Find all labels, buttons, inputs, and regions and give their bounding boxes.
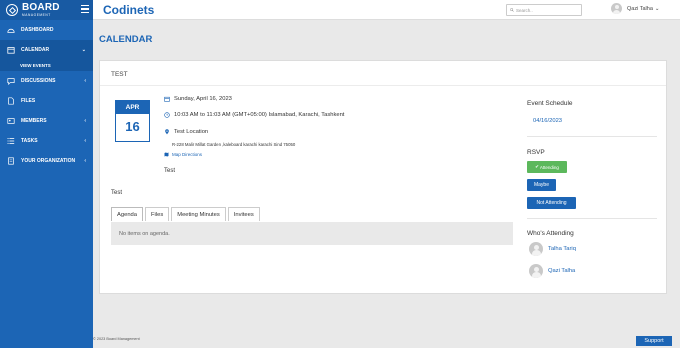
attendee-item[interactable]: Qazi Talha — [529, 264, 575, 278]
sidebar-item-calendar[interactable]: CALENDAR ⌄ — [0, 40, 93, 60]
section-label: Test — [111, 190, 123, 196]
list-icon — [7, 137, 17, 145]
event-date-row: Sunday, April 16, 2023 — [164, 96, 232, 102]
page-title: CALENDAR — [99, 34, 153, 45]
attending-label: Attending — [539, 164, 559, 170]
calendar-icon — [7, 46, 17, 54]
map-directions-label: Map Directions — [172, 152, 203, 157]
attending-button[interactable]: ✔ Attending — [527, 161, 567, 173]
search-icon — [510, 8, 514, 12]
sidebar: BOARD MANAGEMENT DASHBOARD CALENDAR ⌄ VI… — [0, 0, 93, 348]
date-month: APR — [116, 101, 149, 114]
app-title[interactable]: Codinets — [103, 3, 154, 17]
avatar — [611, 3, 622, 14]
sidebar-item-label: FILES — [21, 98, 36, 104]
event-time: 10:03 AM to 11:03 AM (GMT+05:00) Islamab… — [174, 112, 345, 118]
sidebar-item-discussions[interactable]: DISCUSSIONS ‹ — [0, 71, 93, 91]
tab-bar: Agenda Files Meeting Minutes Invitees — [111, 207, 262, 221]
event-date: Sunday, April 16, 2023 — [174, 96, 232, 102]
check-icon: ✔ — [535, 164, 539, 169]
map-marker-icon — [165, 129, 169, 135]
divider — [527, 136, 657, 137]
sidebar-item-label: CALENDAR — [21, 47, 50, 53]
attendee-item[interactable]: Talha Tariq — [529, 242, 576, 256]
user-menu[interactable]: Qazi Talha ⌄ — [611, 3, 660, 14]
tab-agenda[interactable]: Agenda — [111, 207, 143, 221]
chevron-down-icon: ⌄ — [81, 47, 86, 53]
footer-copyright: © 2023 Board Management — [93, 337, 140, 341]
brand-subtitle: MANAGEMENT — [22, 12, 51, 17]
sidebar-item-label: MEMBERS — [21, 118, 47, 124]
not-attending-button[interactable]: Not Attending — [527, 197, 576, 209]
divider — [527, 218, 657, 219]
map-directions-link[interactable]: Map Directions — [164, 152, 202, 157]
sidebar-item-label: DASHBOARD — [21, 27, 54, 33]
sidebar-item-members[interactable]: MEMBERS ‹ — [0, 111, 93, 131]
chevron-left-icon: ‹ — [84, 78, 86, 84]
sidebar-item-tasks[interactable]: TASKS ‹ — [0, 131, 93, 151]
sidebar-item-label: YOUR ORGANIZATION — [21, 158, 76, 164]
schedule-heading: Event Schedule — [527, 100, 573, 107]
event-location-row: Test Location — [164, 129, 208, 135]
tab-invitees[interactable]: Invitees — [227, 207, 260, 221]
event-description: Test — [164, 168, 176, 174]
divider — [100, 85, 666, 86]
id-card-icon — [7, 117, 17, 125]
user-name: Qazi Talha — [627, 5, 653, 12]
maybe-button[interactable]: Maybe — [527, 179, 556, 191]
sidebar-item-files[interactable]: FILES — [0, 91, 93, 111]
sidebar-item-label: DISCUSSIONS — [21, 78, 56, 84]
event-time-row: 10:03 AM to 11:03 AM (GMT+05:00) Islamab… — [164, 112, 344, 118]
logo-icon — [6, 4, 18, 16]
date-badge: APR 16 — [115, 100, 150, 142]
avatar — [529, 264, 543, 278]
brand-title: BOARD — [22, 1, 60, 13]
search-input[interactable]: Search.. — [506, 4, 582, 16]
event-location: Test Location — [174, 129, 209, 135]
dashboard-icon — [7, 26, 17, 34]
sidebar-item-organization[interactable]: YOUR ORGANIZATION ‹ — [0, 151, 93, 171]
whos-attending-heading: Who's Attending — [527, 230, 574, 237]
sidebar-subitem-view-events[interactable]: VIEW EVENTS — [0, 60, 93, 71]
file-icon — [7, 97, 17, 105]
chevron-left-icon: ‹ — [84, 158, 86, 164]
attendee-name: Talha Tariq — [548, 246, 576, 252]
brand-logo[interactable]: BOARD MANAGEMENT — [0, 0, 93, 20]
menu-toggle-icon[interactable] — [81, 5, 89, 15]
chevron-down-icon: ⌄ — [654, 5, 660, 12]
attendee-name: Qazi Talha — [548, 268, 576, 274]
map-icon — [164, 152, 169, 157]
clock-icon — [164, 112, 170, 118]
agenda-empty-message: No items on agenda. — [111, 222, 513, 245]
schedule-date[interactable]: 04/16/2023 — [533, 118, 562, 124]
tab-files[interactable]: Files — [145, 207, 170, 221]
sidebar-item-dashboard[interactable]: DASHBOARD — [0, 20, 93, 40]
tab-meeting-minutes[interactable]: Meeting Minutes — [171, 207, 226, 221]
chevron-left-icon: ‹ — [84, 138, 86, 144]
support-button[interactable]: Support — [636, 336, 672, 346]
event-title: TEST — [111, 71, 128, 78]
top-bar: Codinets Search.. Qazi Talha ⌄ — [93, 0, 680, 20]
event-address: R-228 Malir Millat Garden ,kaleboard kar… — [172, 142, 296, 147]
comments-icon — [7, 77, 17, 85]
event-card: TEST APR 16 Sunday, April 16, 2023 10:03… — [99, 60, 667, 294]
sidebar-item-label: TASKS — [21, 138, 38, 144]
building-icon — [7, 157, 17, 165]
calendar-icon — [164, 96, 170, 102]
date-day: 16 — [125, 119, 140, 134]
search-placeholder: Search.. — [516, 7, 533, 13]
chevron-left-icon: ‹ — [84, 118, 86, 124]
rsvp-heading: RSVP — [527, 149, 545, 156]
avatar — [529, 242, 543, 256]
